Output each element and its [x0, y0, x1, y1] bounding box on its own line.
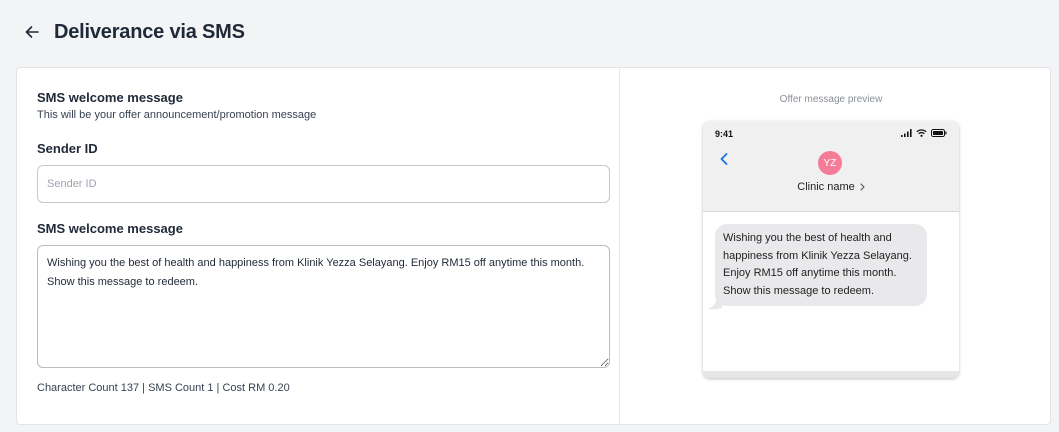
preview-label: Offer message preview: [779, 94, 883, 105]
section-title: SMS welcome message: [37, 90, 183, 105]
sender-id-label: Sender ID: [37, 141, 98, 156]
phone-mockup: 9:41 YZ Clinic name Wishing you the best…: [703, 121, 959, 378]
section-subtitle: This will be your offer announcement/pro…: [37, 109, 317, 121]
page-title: Deliverance via SMS: [54, 20, 245, 43]
contact-name: Clinic name: [797, 181, 855, 193]
sms-settings-card: SMS welcome message This will be your of…: [16, 67, 1051, 425]
bubble-tail: [708, 300, 722, 310]
sms-form-panel: SMS welcome message This will be your of…: [17, 68, 619, 424]
preview-panel: Offer message preview 9:41 YZ Clinic nam…: [620, 68, 1050, 424]
phone-bottom-bar: [703, 371, 959, 378]
status-time: 9:41: [715, 129, 734, 139]
back-button[interactable]: [22, 22, 42, 42]
arrow-left-icon: [25, 26, 39, 38]
signal-icon: [901, 129, 912, 137]
chevron-left-icon: [720, 153, 728, 165]
page-header: Deliverance via SMS: [0, 0, 1059, 64]
message-bubble: Wishing you the best of health and happi…: [715, 224, 927, 306]
avatar: YZ: [818, 151, 842, 175]
message-textarea[interactable]: Wishing you the best of health and happi…: [37, 245, 610, 368]
status-icons: [901, 129, 947, 137]
sender-id-input[interactable]: [37, 165, 610, 203]
contact-name-row[interactable]: Clinic name: [703, 181, 959, 193]
conversation-back-button[interactable]: [720, 152, 728, 170]
battery-icon: [931, 129, 947, 137]
wifi-icon: [916, 129, 927, 137]
chevron-right-icon: [860, 183, 865, 191]
message-label: SMS welcome message: [37, 221, 183, 236]
phone-header: 9:41 YZ Clinic name: [703, 121, 959, 212]
character-count-text: Character Count 137 | SMS Count 1 | Cost…: [37, 382, 290, 394]
